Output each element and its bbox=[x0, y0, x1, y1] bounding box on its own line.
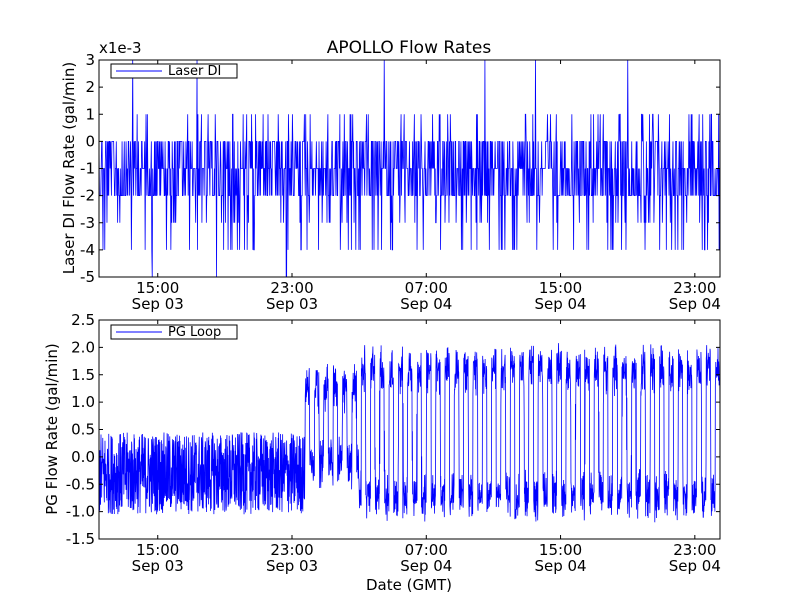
pg-loop-ytick-label: -1.0 bbox=[66, 503, 95, 521]
chart-title: APOLLO Flow Rates bbox=[327, 38, 492, 58]
laser-di-xtick-date-label: Sep 04 bbox=[534, 295, 586, 313]
pg-loop-ytick-label: -1.5 bbox=[66, 530, 95, 548]
pg-loop-xtick-date-label: Sep 03 bbox=[266, 557, 318, 575]
laser-di-ytick-label: 2 bbox=[85, 78, 95, 96]
laser-di-legend-label: Laser DI bbox=[168, 64, 221, 79]
laser-di-legend: Laser DI bbox=[110, 63, 238, 79]
laser-di-ytick-label: 3 bbox=[85, 51, 95, 69]
laser-di-y-offset-text: x1e-3 bbox=[99, 39, 142, 57]
laser-di-ytick-label: 1 bbox=[85, 105, 95, 123]
laser-di-ytick-label: -4 bbox=[80, 241, 95, 259]
x-axis-label: Date (GMT) bbox=[366, 576, 452, 594]
laser-di-xtick-date-label: Sep 04 bbox=[669, 295, 721, 313]
pg-loop-ytick-label: 0.5 bbox=[71, 421, 95, 439]
laser-di-y-axis-label: Laser DI Flow Rate (gal/min) bbox=[60, 62, 78, 274]
pg-loop-ytick-label: 2.0 bbox=[71, 338, 95, 356]
laser-di-ytick-label: 0 bbox=[85, 132, 95, 150]
laser-di-ytick-label: -2 bbox=[80, 187, 95, 205]
laser-di-xtick-date-label: Sep 03 bbox=[266, 295, 318, 313]
pg-loop-xtick-date-label: Sep 04 bbox=[400, 557, 452, 575]
pg-loop-ytick-label: 2.5 bbox=[71, 311, 95, 329]
figure: APOLLO Flow Rates 3210-1-2-3-4-515:00Sep… bbox=[0, 0, 800, 600]
pg-loop-xtick-date-label: Sep 03 bbox=[132, 557, 184, 575]
laser-di-xtick-date-label: Sep 03 bbox=[132, 295, 184, 313]
pg-loop-ytick-label: 1.0 bbox=[71, 393, 95, 411]
laser-di-ytick-label: -3 bbox=[80, 214, 95, 232]
pg-loop-legend: PG Loop bbox=[110, 324, 238, 340]
laser-di-ytick-label: -5 bbox=[80, 268, 95, 286]
laser-di-ytick-label: -1 bbox=[80, 160, 95, 178]
laser-di-xtick-date-label: Sep 04 bbox=[400, 295, 452, 313]
pg-loop-ytick-label: 1.5 bbox=[71, 366, 95, 384]
pg-loop-legend-label: PG Loop bbox=[168, 325, 221, 340]
pg-loop-xtick-date-label: Sep 04 bbox=[534, 557, 586, 575]
pg-loop-ytick-label: 0.0 bbox=[71, 448, 95, 466]
pg-loop-xtick-date-label: Sep 04 bbox=[669, 557, 721, 575]
pg-loop-ytick-label: -0.5 bbox=[66, 475, 95, 493]
pg-loop-y-axis-label: PG Flow Rate (gal/min) bbox=[43, 343, 61, 515]
